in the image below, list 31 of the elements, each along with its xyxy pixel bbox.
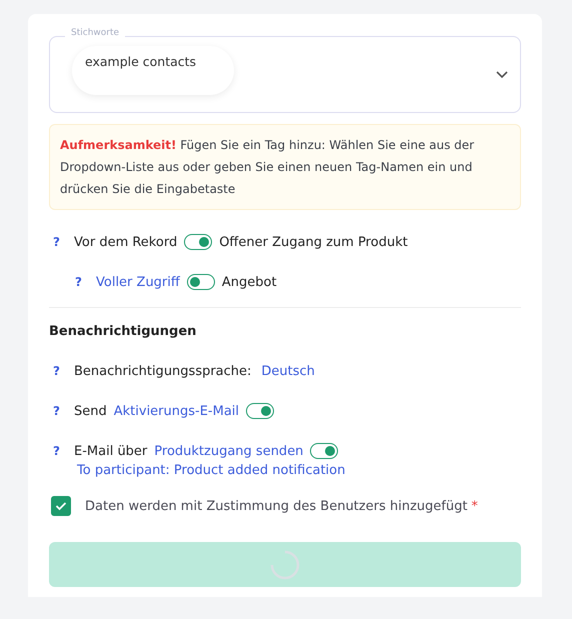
help-icon[interactable]: ? [49, 235, 67, 249]
notification-label: Send [74, 404, 107, 418]
toggle-switch[interactable] [186, 274, 215, 290]
spinner-icon [269, 548, 301, 580]
section-heading: Benachrichtigungen [49, 324, 198, 339]
consent-label: Daten werden mit Zustimmung des Benutzers hinzugefügt [85, 498, 468, 514]
checkmark-icon [55, 501, 67, 511]
access-link[interactable]: Voller Zugriff [96, 274, 180, 290]
required-mark: * [471, 498, 478, 514]
chevron-down-icon[interactable] [496, 71, 508, 79]
language-link[interactable]: Deutsch [261, 364, 315, 378]
access-text: Angebot [222, 274, 277, 290]
toggle-switch[interactable] [246, 403, 274, 419]
consent-checkbox[interactable] [51, 496, 71, 516]
help-icon[interactable]: ? [49, 364, 67, 378]
notification-link[interactable]: To participant: Product added notification [77, 463, 521, 478]
email-link[interactable]: Aktivierungs-E-Mail [114, 404, 240, 418]
access-label: Vor dem Rekord [74, 234, 178, 250]
field-label: Stichworte [65, 28, 126, 38]
tag-chip[interactable]: example contacts [72, 46, 234, 95]
tags-select[interactable]: example contacts [49, 36, 521, 113]
notification-label: E-Mail über [74, 444, 148, 458]
help-icon[interactable]: ? [49, 404, 67, 418]
help-icon[interactable]: ? [49, 444, 67, 458]
email-link[interactable]: Produktzugang senden [154, 444, 304, 458]
toggle-switch[interactable] [310, 443, 338, 459]
access-text: Offener Zugang zum Produkt [219, 234, 408, 250]
notification-label: Benachrichtigungssprache: [74, 364, 252, 378]
help-icon[interactable]: ? [71, 275, 89, 289]
toggle-switch[interactable] [184, 234, 212, 250]
attention-alert: Aufmerksamkeit! Fügen Sie ein Tag hinzu: Wählen Sie eine aus der Dropdown-Liste aus oder geben Sie einen neuen Tag-Namen ein und drücken Sie die Eingabetaste [49, 124, 521, 210]
